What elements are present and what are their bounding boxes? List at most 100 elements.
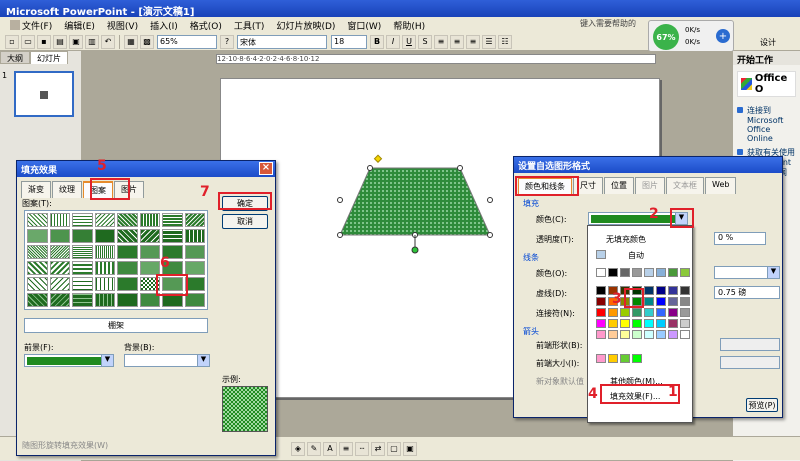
pattern-cell[interactable] bbox=[27, 245, 48, 259]
color-swatch[interactable] bbox=[596, 319, 606, 328]
underline-icon[interactable]: U bbox=[402, 34, 416, 49]
copy-icon[interactable]: ▣ bbox=[69, 34, 83, 49]
pattern-cell[interactable] bbox=[117, 277, 138, 291]
color-swatch[interactable] bbox=[680, 286, 690, 295]
arrow-style-icon[interactable]: ⇄ bbox=[371, 441, 385, 456]
fill-color-icon[interactable]: ◈ bbox=[291, 441, 305, 456]
color-swatch[interactable] bbox=[620, 330, 630, 339]
pattern-cell[interactable] bbox=[139, 261, 160, 275]
color-swatch[interactable] bbox=[596, 330, 606, 339]
new-icon[interactable]: ▫ bbox=[5, 34, 19, 49]
pattern-cell[interactable] bbox=[184, 229, 205, 243]
menu-edit[interactable]: 编辑(E) bbox=[58, 19, 101, 32]
color-swatch[interactable] bbox=[668, 319, 678, 328]
line-style-icon[interactable]: ≡ bbox=[339, 441, 353, 456]
design-button[interactable]: 设计 bbox=[760, 37, 776, 48]
menu-window[interactable]: 窗口(W) bbox=[341, 19, 387, 32]
color-swatch[interactable] bbox=[644, 319, 654, 328]
line-weight-input[interactable]: 0.75 磅 bbox=[714, 286, 780, 299]
color-swatch[interactable] bbox=[596, 354, 606, 363]
3d-style-icon[interactable]: ▣ bbox=[403, 441, 417, 456]
pattern-cell[interactable] bbox=[94, 261, 115, 275]
pattern-cell[interactable] bbox=[139, 213, 160, 227]
bullets-icon[interactable]: ☰ bbox=[482, 34, 496, 49]
color-swatch[interactable] bbox=[620, 354, 630, 363]
trapezoid-shape[interactable] bbox=[330, 150, 500, 260]
pattern-cell[interactable] bbox=[162, 213, 183, 227]
color-swatch[interactable] bbox=[680, 330, 690, 339]
italic-icon[interactable]: I bbox=[386, 34, 400, 49]
color-swatch[interactable] bbox=[608, 268, 618, 277]
tab-gradient[interactable]: 渐变 bbox=[21, 181, 51, 198]
color-swatch[interactable] bbox=[608, 308, 618, 317]
tab-texture[interactable]: 纹理 bbox=[52, 181, 82, 198]
pattern-cell[interactable] bbox=[27, 213, 48, 227]
color-swatch[interactable] bbox=[668, 268, 678, 277]
background-combo[interactable]: ▼ bbox=[124, 354, 210, 367]
color-swatch[interactable] bbox=[656, 308, 666, 317]
line-color-icon[interactable]: ✎ bbox=[307, 441, 321, 456]
pattern-cell[interactable] bbox=[184, 213, 205, 227]
save-icon[interactable]: ▪ bbox=[37, 34, 51, 49]
pattern-cell[interactable] bbox=[139, 229, 160, 243]
chevron-down-icon[interactable]: ▼ bbox=[101, 355, 113, 366]
color-swatch[interactable] bbox=[608, 319, 618, 328]
no-fill-option[interactable]: 无填充颜色 bbox=[606, 234, 646, 245]
color-swatch[interactable] bbox=[596, 286, 606, 295]
menu-format[interactable]: 格式(O) bbox=[184, 19, 228, 32]
color-swatch[interactable] bbox=[632, 330, 642, 339]
open-icon[interactable]: ▭ bbox=[21, 34, 35, 49]
pattern-cell[interactable] bbox=[184, 245, 205, 259]
chart-icon[interactable]: ▦ bbox=[124, 34, 138, 49]
tab-slides[interactable]: 幻灯片 bbox=[30, 51, 68, 64]
undo-icon[interactable]: ↶ bbox=[101, 34, 115, 49]
color-swatch[interactable] bbox=[644, 308, 654, 317]
color-swatch[interactable] bbox=[668, 330, 678, 339]
pattern-cell[interactable] bbox=[27, 277, 48, 291]
menu-view[interactable]: 视图(V) bbox=[101, 19, 144, 32]
pattern-cell[interactable] bbox=[72, 213, 93, 227]
color-swatch[interactable] bbox=[608, 330, 618, 339]
pattern-cell[interactable] bbox=[117, 213, 138, 227]
align-center-icon[interactable]: ≡ bbox=[450, 34, 464, 49]
pattern-cell[interactable] bbox=[94, 213, 115, 227]
auto-option[interactable]: 自动 bbox=[628, 250, 644, 261]
color-swatch[interactable] bbox=[644, 330, 654, 339]
color-swatch[interactable] bbox=[620, 319, 630, 328]
color-swatch[interactable] bbox=[632, 354, 642, 363]
pattern-cell[interactable] bbox=[27, 261, 48, 275]
pattern-cell[interactable] bbox=[94, 245, 115, 259]
color-swatch[interactable] bbox=[644, 297, 654, 306]
transparency-input[interactable]: 0 % bbox=[714, 232, 766, 245]
pattern-cell[interactable] bbox=[117, 245, 138, 259]
align-left-icon[interactable]: ≡ bbox=[434, 34, 448, 49]
color-swatch[interactable] bbox=[680, 319, 690, 328]
chevron-down-icon[interactable]: ▼ bbox=[767, 267, 779, 278]
print-icon[interactable]: ▤ bbox=[53, 34, 67, 49]
color-swatch[interactable] bbox=[656, 330, 666, 339]
shadow-style-icon[interactable]: ▢ bbox=[387, 441, 401, 456]
color-swatch[interactable] bbox=[656, 319, 666, 328]
rotate-checkbox-label[interactable]: 随图形旋转填充效果(W) bbox=[22, 440, 108, 451]
color-swatch[interactable] bbox=[632, 268, 642, 277]
color-swatch[interactable] bbox=[656, 268, 666, 277]
pattern-cell[interactable] bbox=[49, 229, 70, 243]
pattern-cell[interactable] bbox=[117, 261, 138, 275]
pattern-cell[interactable] bbox=[162, 229, 183, 243]
pattern-cell[interactable] bbox=[94, 229, 115, 243]
pattern-cell[interactable] bbox=[27, 229, 48, 243]
shadow-icon[interactable]: S bbox=[418, 34, 432, 49]
align-right-icon[interactable]: ≡ bbox=[466, 34, 480, 49]
color-swatch[interactable] bbox=[596, 297, 606, 306]
pattern-cell[interactable] bbox=[184, 261, 205, 275]
tab-outline[interactable]: 大纲 bbox=[0, 51, 30, 64]
color-swatch[interactable] bbox=[656, 297, 666, 306]
font-size-combo[interactable]: 18 bbox=[331, 34, 367, 49]
color-swatch[interactable] bbox=[620, 308, 630, 317]
chevron-down-icon[interactable]: ▼ bbox=[197, 355, 209, 366]
menu-tools[interactable]: 工具(T) bbox=[228, 19, 271, 32]
color-swatch[interactable] bbox=[632, 319, 642, 328]
tab-web[interactable]: Web bbox=[705, 177, 737, 194]
pattern-cell[interactable] bbox=[27, 293, 48, 307]
menu-insert[interactable]: 插入(I) bbox=[144, 19, 184, 32]
